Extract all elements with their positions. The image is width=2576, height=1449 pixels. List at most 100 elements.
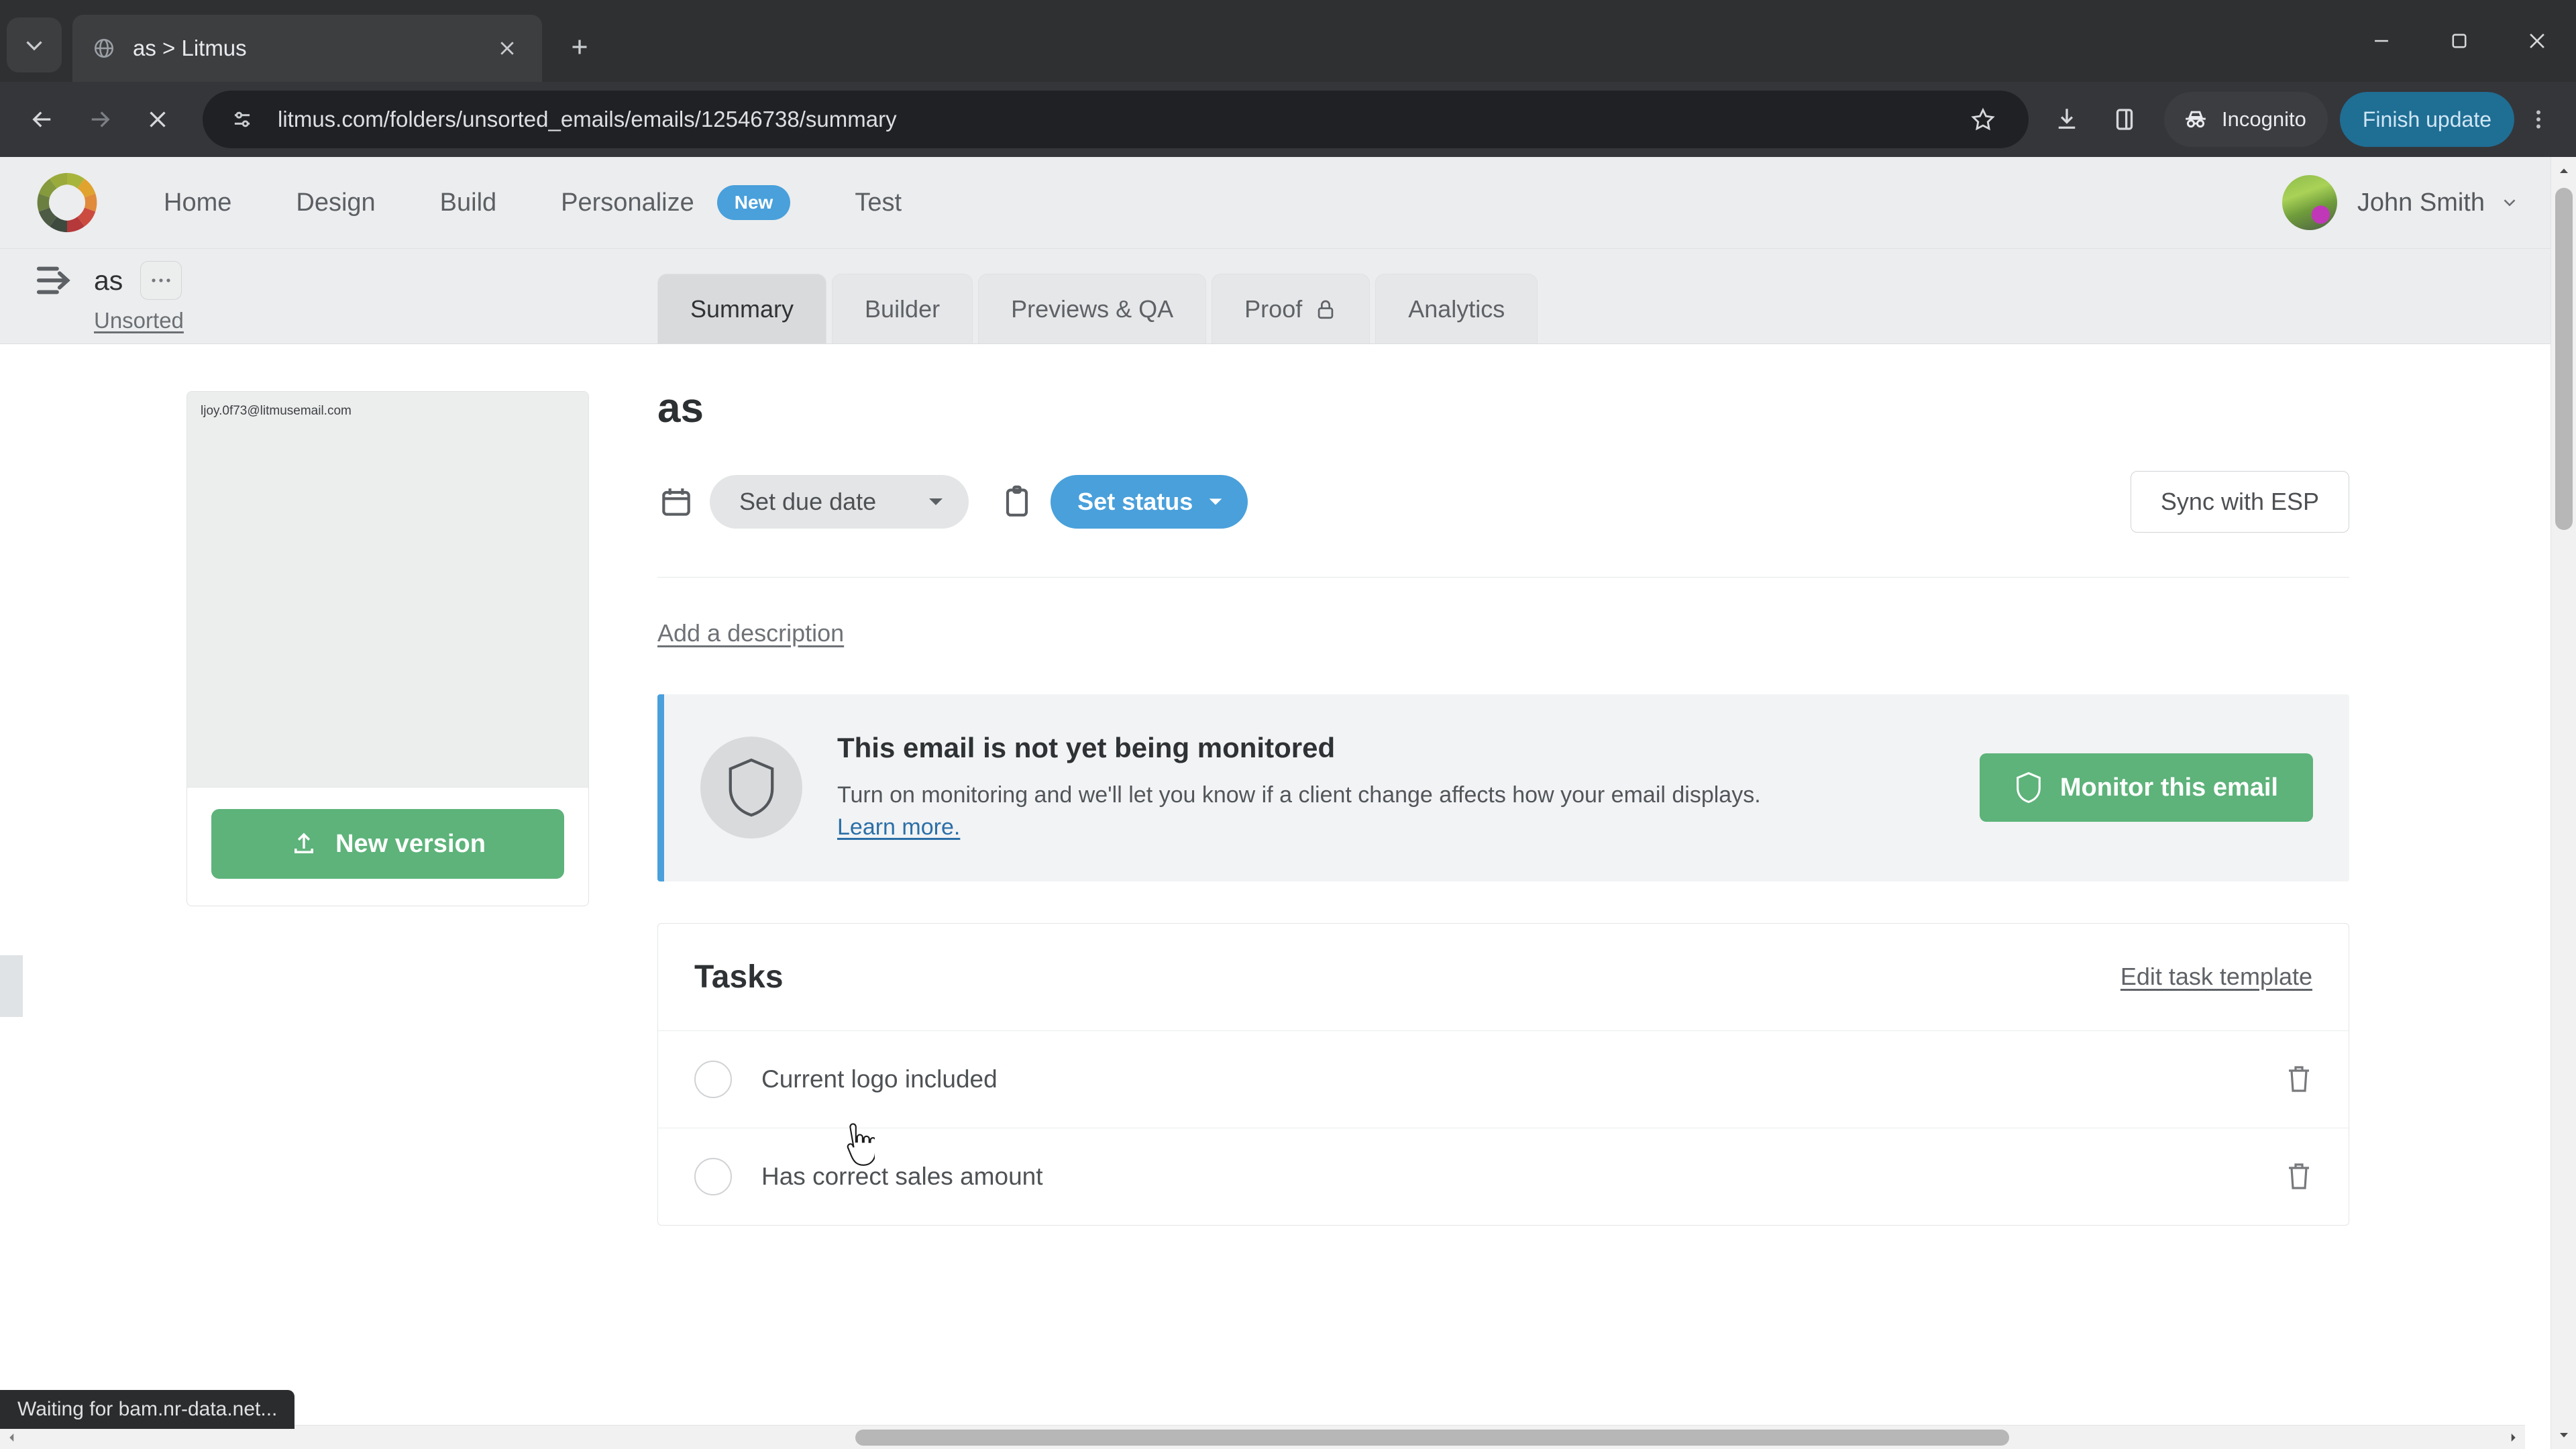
email-preview-thumbnail: ljoy.0f73@litmusemail.com	[187, 392, 588, 788]
browser-tab[interactable]: as > Litmus	[72, 15, 542, 82]
tab-analytics[interactable]: Analytics	[1375, 274, 1538, 343]
scroll-down-arrow-icon[interactable]	[2551, 1422, 2576, 1448]
tasks-card: Tasks Edit task template Current logo in…	[657, 922, 2349, 1226]
email-preview-card[interactable]: ljoy.0f73@litmusemail.com New version	[186, 391, 589, 906]
divider	[657, 577, 2349, 578]
new-tab-button[interactable]	[554, 21, 605, 72]
monitor-banner: This email is not yet being monitored Tu…	[657, 694, 2349, 881]
side-panel-icon[interactable]	[2096, 91, 2153, 148]
globe-icon	[90, 34, 118, 62]
forward-arrow-icon	[91, 111, 110, 127]
task-checkbox[interactable]	[694, 1157, 732, 1195]
add-description-link[interactable]: Add a description	[657, 619, 844, 647]
incognito-label: Incognito	[2222, 107, 2306, 131]
stop-x-icon	[150, 111, 166, 127]
summary-main: as Set due date Set status Sync with ESP…	[657, 344, 2551, 1449]
status-bubble: Waiting for bam.nr-data.net...	[0, 1390, 295, 1429]
email-title: as	[657, 385, 704, 431]
finish-update-label: Finish update	[2362, 107, 2491, 131]
task-checkbox[interactable]	[694, 1060, 732, 1098]
chevron-down-icon	[1209, 498, 1222, 505]
nav-item-personalize[interactable]: Personalize	[561, 189, 694, 217]
email-meta-row: Set due date Set status Sync with ESP	[657, 471, 2349, 533]
learn-more-link[interactable]: Learn more.	[837, 814, 960, 840]
scroll-left-arrow-icon[interactable]	[0, 1426, 24, 1449]
scroll-up-arrow-icon[interactable]	[2551, 158, 2576, 184]
tab-builder[interactable]: Builder	[832, 274, 973, 343]
status-text: Waiting for bam.nr-data.net...	[17, 1398, 278, 1420]
horizontal-scroll-thumb[interactable]	[855, 1430, 2009, 1446]
sidebar-edge-tab[interactable]	[0, 955, 23, 1017]
browser-toolbar: litmus.com/folders/unsorted_emails/email…	[0, 82, 2576, 157]
page-content: ljoy.0f73@litmusemail.com New version as…	[0, 344, 2551, 1449]
breadcrumb: as Unsorted	[0, 249, 657, 343]
breadcrumb-more-button[interactable]	[140, 261, 182, 300]
chevron-down-icon	[26, 41, 42, 51]
preview-actions: New version	[187, 788, 588, 906]
monitor-banner-body: Turn on monitoring and we'll let you kno…	[837, 779, 1790, 844]
shield-icon	[2017, 772, 2041, 804]
nav-item-design[interactable]: Design	[296, 189, 375, 217]
vertical-scroll-thumb[interactable]	[2555, 188, 2573, 530]
vertical-scrollbar[interactable]	[2551, 157, 2576, 1449]
set-due-date-label: Set due date	[739, 488, 877, 515]
user-menu[interactable]: John Smith	[2282, 175, 2520, 230]
browser-menu-button[interactable]	[2514, 91, 2563, 148]
scroll-right-arrow-icon[interactable]	[2501, 1426, 2525, 1449]
trash-icon[interactable]	[2286, 1161, 2312, 1193]
tab-builder-label: Builder	[865, 294, 941, 323]
table-row[interactable]: Has correct sales amount	[658, 1127, 2349, 1225]
plus-icon	[572, 40, 587, 54]
email-preview-rail: ljoy.0f73@litmusemail.com New version	[0, 344, 657, 1449]
tab-previews-qa-label: Previews & QA	[1011, 294, 1174, 323]
finish-update-button[interactable]: Finish update	[2339, 92, 2514, 147]
tab-previews-qa[interactable]: Previews & QA	[978, 274, 1207, 343]
sync-with-esp-button[interactable]: Sync with ESP	[2130, 471, 2349, 533]
sub-header: as Unsorted Summary Builder Previews & Q…	[0, 249, 2551, 344]
horizontal-scrollbar[interactable]	[0, 1425, 2525, 1449]
ellipsis-icon	[152, 278, 170, 282]
edit-task-template-link[interactable]: Edit task template	[2121, 963, 2312, 991]
litmus-app: Home Design Build Personalize New Test J…	[0, 157, 2551, 1449]
shield-icon	[700, 737, 802, 839]
breadcrumb-folder-link[interactable]: Unsorted	[94, 308, 184, 333]
monitor-banner-text: This email is not yet being monitored Tu…	[837, 732, 1980, 844]
litmus-logo-icon[interactable]	[35, 170, 99, 235]
minimize-button[interactable]	[2343, 0, 2420, 82]
tab-proof[interactable]: Proof	[1212, 274, 1371, 343]
tab-search-button[interactable]	[7, 17, 62, 72]
stop-loading-button[interactable]	[129, 91, 186, 148]
tab-summary[interactable]: Summary	[657, 274, 827, 343]
monitor-this-email-button[interactable]: Monitor this email	[1979, 753, 2313, 822]
clipboard-icon	[1006, 485, 1028, 517]
download-icon[interactable]	[2038, 91, 2096, 148]
set-status-button[interactable]: Set status	[1051, 475, 1248, 529]
forward-button[interactable]	[71, 91, 129, 148]
personalize-new-badge: New	[716, 185, 791, 220]
incognito-indicator[interactable]: Incognito	[2164, 92, 2328, 147]
address-bar[interactable]: litmus.com/folders/unsorted_emails/email…	[203, 91, 2029, 148]
set-due-date-button[interactable]: Set due date	[710, 475, 969, 529]
star-icon[interactable]	[1957, 94, 2008, 145]
table-row[interactable]: Current logo included	[658, 1030, 2349, 1128]
user-name: John Smith	[2357, 188, 2485, 217]
tune-icon[interactable]	[223, 100, 262, 139]
nav-item-build[interactable]: Build	[440, 189, 497, 217]
kebab-menu-icon	[2536, 110, 2540, 129]
new-version-label: New version	[335, 829, 486, 858]
sidebar-expand-icon[interactable]	[35, 263, 76, 298]
back-button[interactable]	[13, 91, 71, 148]
url-text: litmus.com/folders/unsorted_emails/email…	[278, 107, 897, 131]
close-button[interactable]	[2498, 0, 2576, 82]
nav-item-home[interactable]: Home	[164, 189, 231, 217]
maximize-button[interactable]	[2420, 0, 2498, 82]
tab-close-icon[interactable]	[490, 31, 525, 66]
nav-item-test[interactable]: Test	[855, 189, 902, 217]
chevron-down-icon	[2504, 199, 2516, 207]
new-version-button[interactable]: New version	[211, 809, 564, 879]
tab-strip: as > Litmus	[0, 0, 2576, 82]
trash-icon[interactable]	[2286, 1063, 2312, 1095]
avatar	[2282, 175, 2337, 230]
email-tabs: Summary Builder Previews & QA Proof Anal…	[657, 249, 2551, 343]
monitor-button-label: Monitor this email	[2059, 773, 2278, 802]
